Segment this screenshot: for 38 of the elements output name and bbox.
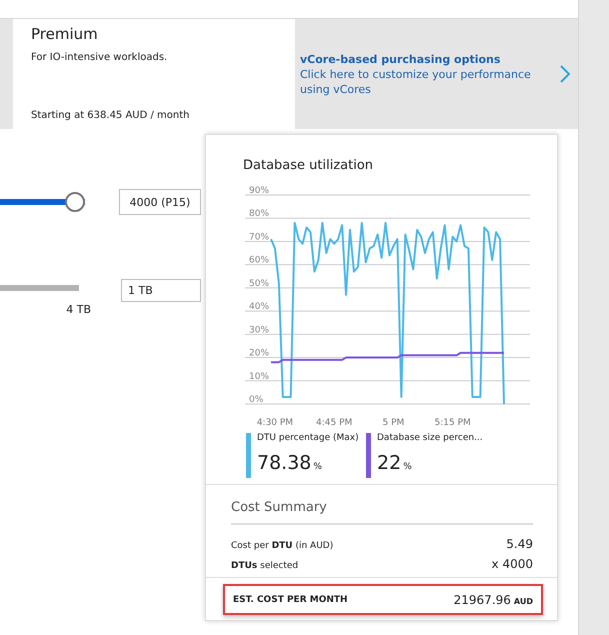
x-tick-label: 4:45 PM <box>316 418 352 428</box>
tier-description: For IO-intensive workloads. <box>31 52 168 65</box>
y-tick-label: 50% <box>249 278 270 289</box>
y-tick-label: 30% <box>249 325 270 336</box>
y-tick-label: 70% <box>249 232 270 242</box>
total-cost-value: 21967.96 AUD <box>454 592 533 606</box>
tier-price: Starting at 638.45 AUD / month <box>31 110 191 121</box>
cost-value: 5.49 <box>506 537 533 551</box>
x-tick-label: 4:30 PM <box>256 418 294 428</box>
y-tick-label: 80% <box>249 209 270 220</box>
y-tick-label: 60% <box>249 256 270 266</box>
slider-thumb[interactable] <box>65 192 85 212</box>
total-cost-label: EST. COST PER MONTH <box>233 594 348 604</box>
cost-summary-title: Cost Summary <box>231 500 328 515</box>
dtu-slider[interactable] <box>0 189 85 212</box>
x-tick-label: 5 PM <box>382 418 404 428</box>
legend-value: 78.38% <box>257 452 323 474</box>
chevron-right-icon <box>560 65 570 83</box>
y-tick-label: 0% <box>249 395 264 405</box>
legend-label: DTU percentage (Max) <box>257 433 359 443</box>
y-tick-label: 40% <box>249 302 270 312</box>
cost-label: Cost per DTU (in AUD) <box>231 541 334 551</box>
legend-label: Database size percen... <box>377 433 483 443</box>
tier-name: Premium <box>31 25 99 43</box>
y-tick-label: 10% <box>249 372 270 382</box>
x-tick-label: 5:15 PM <box>434 418 471 428</box>
storage-input-field[interactable]: 1 TB <box>121 279 201 302</box>
chart-title: Database utilization <box>243 158 374 173</box>
dtu-input-field[interactable]: 4000 (P15) <box>119 189 201 215</box>
storage-slider[interactable] <box>0 285 79 291</box>
y-tick-label: 90% <box>249 186 270 196</box>
tier-card[interactable]: Premium For IO-intensive workloads. Starting at 638.45 AUD / month <box>13 19 295 129</box>
vcore-link[interactable]: vCore-based purchasing options Click here to customize your performance using vCores <box>295 19 578 129</box>
legend-value: 22% <box>377 452 413 474</box>
max-storage-label: 4 TB <box>66 303 91 316</box>
y-tick-label: 20% <box>249 348 270 359</box>
cost-label: DTUs selected <box>231 561 298 571</box>
cost-value: x 4000 <box>492 557 533 571</box>
